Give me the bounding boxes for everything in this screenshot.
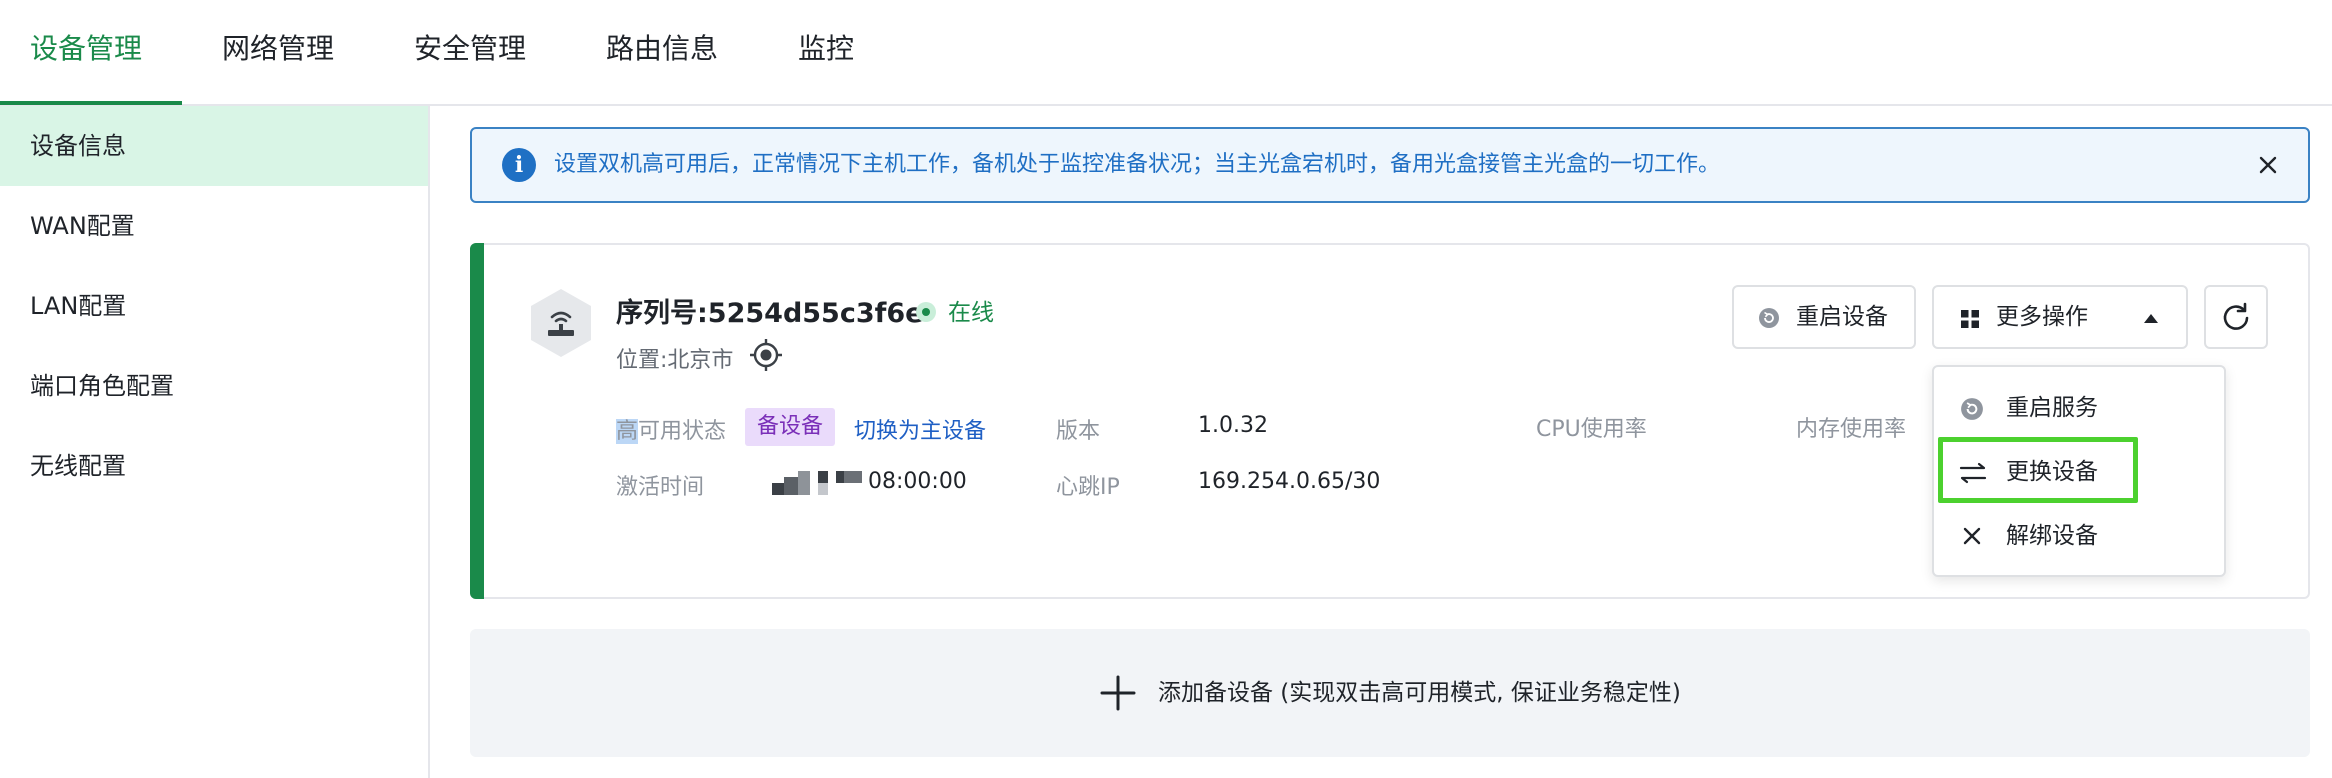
restart-service-icon	[1961, 398, 1983, 420]
card-accent-bar	[470, 243, 484, 599]
chevron-up-icon	[2144, 314, 2158, 323]
heartbeat-ip-value: 169.254.0.65/30	[1198, 469, 1381, 494]
sidebar-item-wireless-config[interactable]: 无线配置	[0, 426, 428, 506]
menu-item-label: 解绑设备	[2006, 523, 2098, 549]
heartbeat-ip-label: 心跳IP	[1056, 475, 1120, 500]
router-icon	[531, 289, 591, 357]
online-status-dot	[916, 302, 936, 322]
add-standby-device-button[interactable]: 添加备设备 (实现双击高可用模式, 保证业务稳定性)	[470, 629, 2310, 757]
menu-item-unbind-device[interactable]: 解绑设备	[1934, 506, 2224, 566]
sidebar-item-wan-config[interactable]: WAN配置	[0, 186, 428, 266]
version-label: 版本	[1056, 419, 1101, 444]
add-standby-label: 添加备设备 (实现双击高可用模式, 保证业务稳定性)	[1158, 680, 1681, 706]
more-actions-label: 更多操作	[1996, 304, 2088, 330]
sidebar-item-port-role-config[interactable]: 端口角色配置	[0, 346, 428, 426]
menu-item-restart-service[interactable]: 重启服务	[1934, 378, 2224, 438]
memory-usage-label: 内存使用率	[1796, 417, 1907, 442]
tab-security-management[interactable]: 安全管理	[414, 0, 526, 104]
restart-device-button[interactable]: 重启设备	[1732, 285, 1916, 349]
activation-time-value: 08:00:00	[868, 469, 967, 494]
activation-time-label: 激活时间	[616, 475, 705, 500]
role-badge: 备设备	[745, 408, 836, 446]
info-alert: i 设置双机高可用后，正常情况下主机工作，备机处于监控准备状况；当主光盒宕机时，…	[470, 127, 2310, 203]
device-location: 位置:北京市	[616, 348, 734, 373]
close-icon	[1963, 527, 1981, 545]
sidebar-item-device-info[interactable]: 设备信息	[0, 106, 428, 186]
close-icon[interactable]	[2250, 147, 2286, 183]
cpu-usage-label: CPU使用率	[1536, 417, 1647, 442]
menu-item-replace-device[interactable]: 更换设备	[1934, 442, 2224, 502]
grid-icon	[1961, 310, 1979, 328]
tab-routing-info[interactable]: 路由信息	[606, 0, 718, 104]
sidebar-item-lan-config[interactable]: LAN配置	[0, 266, 428, 346]
refresh-icon	[2223, 302, 2249, 330]
tab-device-management[interactable]: 设备管理	[30, 0, 142, 104]
info-icon: i	[502, 148, 536, 182]
switch-to-primary-link[interactable]: 切换为主设备	[854, 413, 986, 445]
restart-device-label: 重启设备	[1796, 304, 1888, 330]
tab-network-management[interactable]: 网络管理	[222, 0, 334, 104]
locate-icon[interactable]	[748, 337, 784, 373]
device-serial: 序列号:5254d55c3f6e	[616, 298, 924, 329]
swap-icon	[1959, 462, 1987, 484]
more-actions-dropdown: 重启服务 更换设备 解绑设备	[1932, 365, 2226, 577]
tab-monitoring[interactable]: 监控	[798, 0, 854, 104]
alert-message: 设置双机高可用后，正常情况下主机工作，备机处于监控准备状况；当主光盒宕机时，备用…	[554, 152, 1721, 177]
active-tab-indicator	[0, 101, 182, 105]
top-tab-bar: 设备管理 网络管理 安全管理 路由信息 监控	[0, 0, 2332, 106]
restart-icon	[1759, 308, 1779, 328]
refresh-button[interactable]	[2204, 285, 2268, 349]
sidebar: 设备信息 WAN配置 LAN配置 端口角色配置 无线配置	[0, 106, 430, 778]
version-value: 1.0.32	[1198, 413, 1268, 438]
menu-item-label: 更换设备	[2006, 459, 2098, 485]
online-status-text: 在线	[948, 300, 994, 326]
menu-item-label: 重启服务	[2006, 395, 2098, 421]
plus-icon	[1100, 675, 1136, 711]
more-actions-button[interactable]: 更多操作	[1932, 285, 2188, 349]
ha-state-label: 高可用状态	[616, 419, 727, 444]
